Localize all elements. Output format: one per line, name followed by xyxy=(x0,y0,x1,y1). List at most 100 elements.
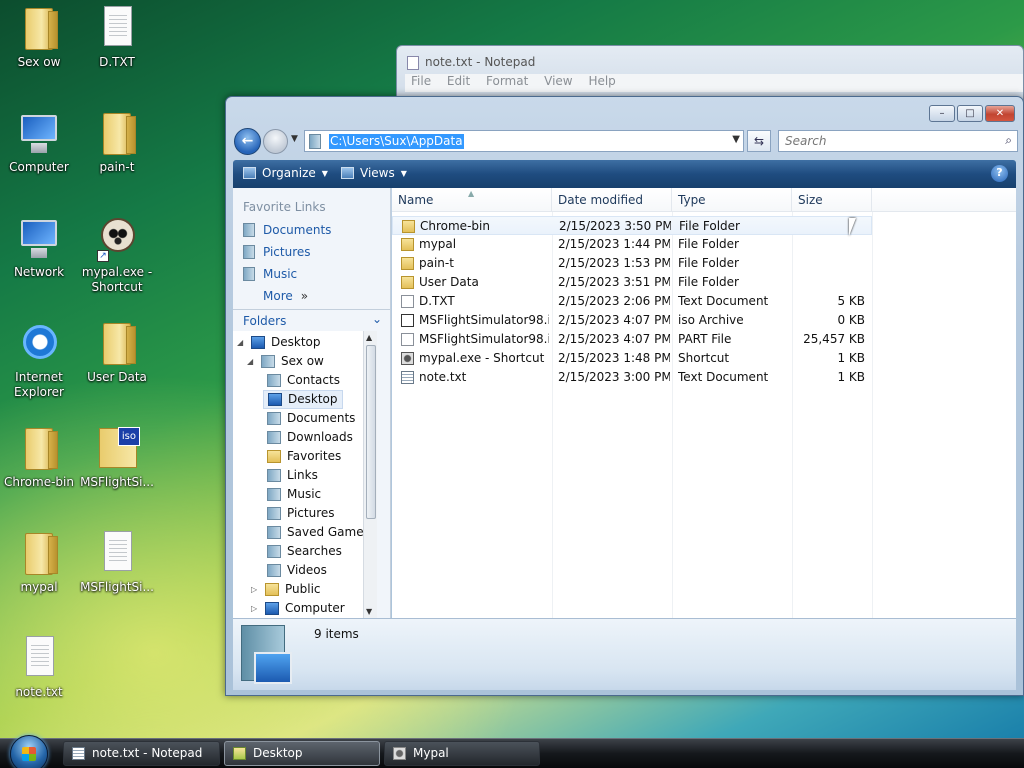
forward-button[interactable] xyxy=(263,129,288,154)
folder-tree: ◢ Desktop ◢ Sex ow Contacts Desktop Docu… xyxy=(233,331,377,618)
file-row[interactable]: Chrome-bin 2/15/2023 3:50 PM File Folder xyxy=(392,216,872,235)
file-row[interactable]: note.txt 2/15/2023 3:00 PM Text Document 1 … xyxy=(392,368,872,387)
favorite-link-label: Documents xyxy=(263,223,332,237)
search-box[interactable]: ⌕ xyxy=(778,130,1018,152)
notepad-icon xyxy=(72,747,85,760)
menu-help[interactable]: Help xyxy=(588,74,615,88)
desktop-icon-label: Sex ow xyxy=(17,55,61,69)
computer-icon xyxy=(265,602,279,615)
tree-item-contacts[interactable]: Contacts xyxy=(267,371,340,390)
menu-format[interactable]: Format xyxy=(486,74,528,88)
details-pane: 9 items xyxy=(233,618,1016,690)
favorite-link-music[interactable]: Music xyxy=(243,267,297,281)
desktop-icon-internet-explorer[interactable]: Internet Explorer xyxy=(0,319,81,400)
column-header-date-modified[interactable]: Date modified xyxy=(552,188,672,212)
tree-item-public[interactable]: ▷ Public xyxy=(251,580,321,599)
documents-icon xyxy=(243,223,255,237)
expand-arrow-icon[interactable]: ◢ xyxy=(247,352,255,371)
scroll-up-icon[interactable]: ▲ xyxy=(366,333,372,342)
file-row[interactable]: MSFlightSimulator98.is... 2/15/2023 4:07 … xyxy=(392,330,872,349)
file-size: 25,457 KB xyxy=(803,332,865,346)
computer-icon xyxy=(17,109,61,157)
desktop-icon-chrome-bin[interactable]: Chrome-bin xyxy=(0,424,81,490)
tree-item-favorites[interactable]: Favorites xyxy=(267,447,341,466)
history-dropdown-icon[interactable]: ▼ xyxy=(291,134,298,144)
column-header-name[interactable]: Name ▲ xyxy=(392,188,552,212)
desktop-icon-msflight-part[interactable]: MSFlightSi... xyxy=(75,529,159,595)
tree-item-label: Favorites xyxy=(287,449,342,463)
expand-arrow-icon[interactable]: ▷ xyxy=(251,580,259,599)
sort-ascending-icon: ▲ xyxy=(468,189,475,198)
views-button[interactable]: Views ▼ xyxy=(341,166,407,180)
tree-item-saved-games[interactable]: Saved Games xyxy=(267,523,370,542)
favorite-links-heading: Favorite Links xyxy=(243,200,326,214)
file-row[interactable]: User Data 2/15/2023 3:51 PM File Folder xyxy=(392,273,872,292)
taskbar-button-notepad[interactable]: note.txt - Notepad xyxy=(63,741,220,766)
desktop-icon-label: MSFlightSi... xyxy=(80,580,154,594)
pictures-icon xyxy=(243,245,255,259)
search-input[interactable] xyxy=(779,131,989,151)
favorite-link-documents[interactable]: Documents xyxy=(243,223,331,237)
searches-icon xyxy=(267,545,281,558)
text-document-icon xyxy=(95,4,139,52)
scrollbar-thumb[interactable] xyxy=(366,345,376,519)
desktop-icon-sex-ow[interactable]: Sex ow xyxy=(0,4,81,70)
tree-item-documents[interactable]: Documents xyxy=(267,409,355,428)
tree-item-searches[interactable]: Searches xyxy=(267,542,342,561)
file-row[interactable]: pain-t 2/15/2023 1:53 PM File Folder xyxy=(392,254,872,273)
folders-header[interactable]: Folders ⌄ xyxy=(233,309,390,331)
column-header-type[interactable]: Type xyxy=(672,188,792,212)
desktop-icon-mypal[interactable]: mypal xyxy=(0,529,81,595)
taskbar-button-mypal[interactable]: Mypal xyxy=(384,741,540,766)
file-row[interactable]: MSFlightSimulator98.iso 2/15/2023 4:07 PM… xyxy=(392,311,872,330)
favorite-link-pictures[interactable]: Pictures xyxy=(243,245,311,259)
links-icon xyxy=(267,469,281,482)
tree-item-sex-ow[interactable]: ◢ Sex ow xyxy=(247,352,324,371)
tree-item-downloads[interactable]: Downloads xyxy=(267,428,353,447)
back-button[interactable]: ← xyxy=(234,128,261,155)
desktop-icon-user-data[interactable]: User Data xyxy=(75,319,159,385)
close-button[interactable]: ✕ xyxy=(985,105,1015,122)
tree-item-desktop[interactable]: ◢ Desktop xyxy=(237,333,321,352)
desktop-icon-mypal-shortcut[interactable]: ↗ mypal.exe - Shortcut xyxy=(75,214,159,295)
favorite-links-more[interactable]: More » xyxy=(263,289,308,303)
address-path[interactable]: C:\Users\Sux\AppData xyxy=(329,134,464,149)
file-type: iso Archive xyxy=(678,313,744,327)
address-bar[interactable]: C:\Users\Sux\AppData ▼ xyxy=(304,130,744,152)
column-header-size[interactable]: Size xyxy=(792,188,872,212)
desktop-icon-msflight-iso[interactable]: iso MSFlightSi... xyxy=(75,424,159,490)
expand-arrow-icon[interactable]: ◢ xyxy=(237,333,245,352)
tree-item-desktop-selected[interactable]: Desktop xyxy=(263,390,343,409)
desktop-icon-d-txt[interactable]: D.TXT xyxy=(75,4,159,70)
file-row[interactable]: mypal.exe - Shortcut 2/15/2023 1:48 PM Sho… xyxy=(392,349,872,368)
command-toolbar: Organize ▼ Views ▼ ? xyxy=(233,160,1016,188)
scroll-down-icon[interactable]: ▼ xyxy=(366,607,372,616)
tree-item-label: Saved Games xyxy=(287,525,370,539)
explorer-window[interactable]: – □ ✕ ← ▼ C:\Users\Sux\AppData ▼ ⇆ ⌕ Org… xyxy=(225,96,1024,696)
refresh-button[interactable]: ⇆ xyxy=(747,130,771,152)
tree-item-links[interactable]: Links xyxy=(267,466,318,485)
desktop-icon-pain-t[interactable]: pain-t xyxy=(75,109,159,175)
chevron-down-icon[interactable]: ▼ xyxy=(732,134,740,145)
maximize-button[interactable]: □ xyxy=(957,105,983,122)
desktop-icon-computer[interactable]: Computer xyxy=(0,109,81,175)
organize-button[interactable]: Organize ▼ xyxy=(243,166,328,180)
menu-file[interactable]: File xyxy=(411,74,431,88)
minimize-button[interactable]: – xyxy=(929,105,955,122)
start-button[interactable] xyxy=(10,735,48,768)
tree-item-videos[interactable]: Videos xyxy=(267,561,327,580)
search-icon[interactable]: ⌕ xyxy=(1005,133,1012,148)
taskbar-button-desktop[interactable]: Desktop xyxy=(224,741,380,766)
desktop-icon-note-txt[interactable]: note.txt xyxy=(0,634,81,700)
tree-item-pictures[interactable]: Pictures xyxy=(267,504,335,523)
tree-scrollbar[interactable]: ▲ ▼ xyxy=(363,331,377,618)
help-button[interactable]: ? xyxy=(991,165,1008,182)
file-row[interactable]: D.TXT 2/15/2023 2:06 PM Text Document 5 KB xyxy=(392,292,872,311)
file-row[interactable]: mypal 2/15/2023 1:44 PM File Folder xyxy=(392,235,872,254)
menu-edit[interactable]: Edit xyxy=(447,74,470,88)
desktop-icon-network[interactable]: Network xyxy=(0,214,81,280)
tree-item-computer[interactable]: ▷ Computer xyxy=(251,599,345,618)
expand-arrow-icon[interactable]: ▷ xyxy=(251,599,259,618)
menu-view[interactable]: View xyxy=(544,74,572,88)
tree-item-music[interactable]: Music xyxy=(267,485,321,504)
